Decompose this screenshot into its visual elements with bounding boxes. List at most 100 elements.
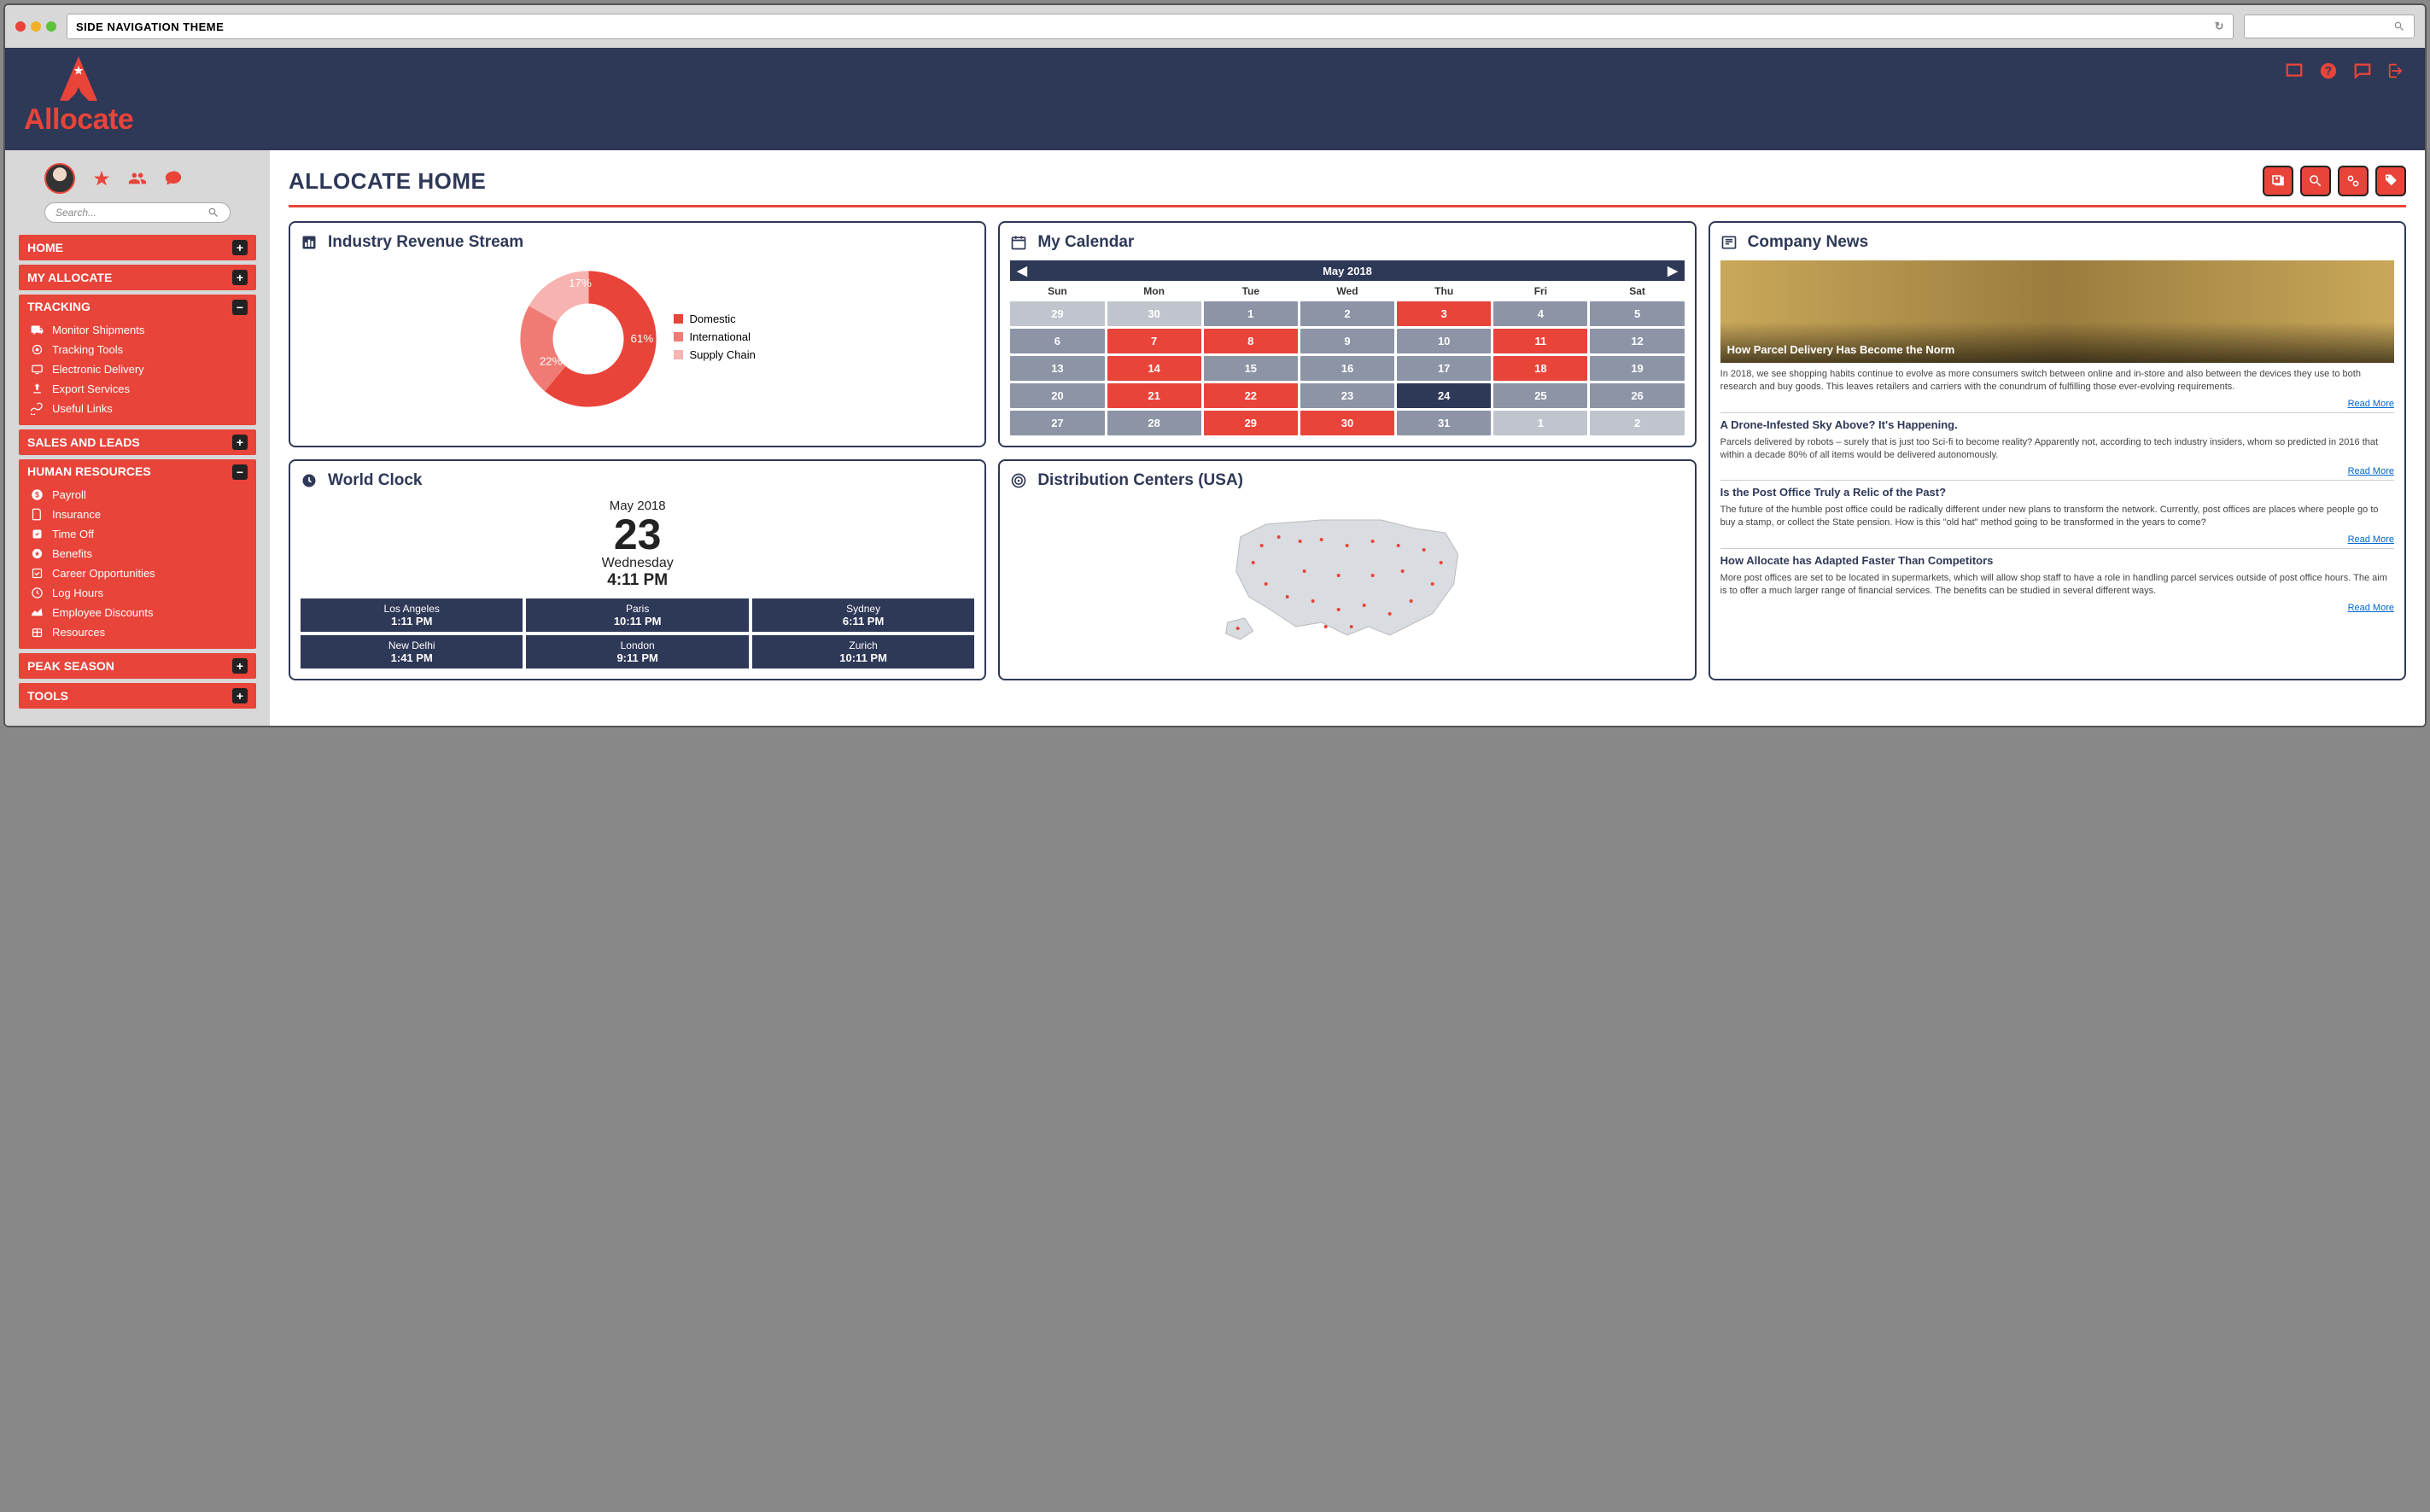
next-month-icon[interactable]: ▶ (1668, 263, 1678, 278)
news-featured-image[interactable]: How Parcel Delivery Has Become the Norm (1720, 260, 2394, 363)
comment-icon[interactable] (164, 169, 183, 188)
calendar-day[interactable]: 30 (1300, 411, 1394, 435)
calendar-day[interactable]: 1 (1204, 301, 1298, 326)
calendar-icon (1010, 234, 1027, 251)
calendar-day[interactable]: 6 (1010, 329, 1104, 353)
nav-benefits[interactable]: Benefits (27, 544, 248, 563)
expand-icon[interactable]: + (232, 270, 248, 285)
close-dot[interactable] (15, 21, 26, 32)
prev-month-icon[interactable]: ◀ (1017, 263, 1027, 278)
calendar-day[interactable]: 28 (1107, 411, 1201, 435)
nav-useful-links[interactable]: Useful Links (27, 399, 248, 418)
calendar-day[interactable]: 29 (1010, 301, 1104, 326)
calendar-day[interactable]: 19 (1590, 356, 1684, 381)
nav-export-services[interactable]: Export Services (27, 379, 248, 399)
calendar-day[interactable]: 11 (1493, 329, 1587, 353)
tag-button[interactable] (2375, 166, 2406, 196)
nav-insurance[interactable]: Insurance (27, 505, 248, 524)
sidebar-search[interactable]: Search... (44, 202, 231, 223)
read-more-link[interactable]: Read More (1720, 603, 2394, 613)
calendar-day[interactable]: 8 (1204, 329, 1298, 353)
chat-icon[interactable] (2353, 61, 2372, 80)
window-controls[interactable] (15, 21, 56, 32)
add-button[interactable] (2263, 166, 2293, 196)
calendar-day[interactable]: 12 (1590, 329, 1684, 353)
search-button[interactable] (2300, 166, 2331, 196)
maximize-dot[interactable] (46, 21, 56, 32)
calendar-day[interactable]: 20 (1010, 383, 1104, 408)
expand-icon[interactable]: + (232, 240, 248, 255)
nav-tracking-header[interactable]: TRACKING − (27, 300, 248, 315)
calendar-day[interactable]: 7 (1107, 329, 1201, 353)
settings-button[interactable] (2338, 166, 2369, 196)
card-news: Company News How Parcel Delivery Has Bec… (1709, 221, 2406, 680)
read-more-link[interactable]: Read More (1720, 534, 2394, 545)
calendar-day[interactable]: 4 (1493, 301, 1587, 326)
calendar-day[interactable]: 3 (1397, 301, 1491, 326)
nav-log-hours[interactable]: Log Hours (27, 583, 248, 603)
url-bar[interactable]: SIDE NAVIGATION THEME ↻ (67, 14, 2234, 39)
calendar-day[interactable]: 10 (1397, 329, 1491, 353)
usa-map[interactable] (1010, 499, 1684, 652)
nav-my-allocate[interactable]: MY ALLOCATE + (19, 265, 256, 290)
expand-icon[interactable]: + (232, 688, 248, 703)
calendar-day[interactable]: 26 (1590, 383, 1684, 408)
expand-icon[interactable]: + (232, 658, 248, 674)
expand-icon[interactable]: + (232, 435, 248, 450)
read-more-link[interactable]: Read More (1720, 399, 2394, 409)
clock-time: 4:11 PM (301, 571, 974, 590)
read-more-link[interactable]: Read More (1720, 466, 2394, 476)
calendar-day[interactable]: 21 (1107, 383, 1201, 408)
nav-resources[interactable]: Resources (27, 622, 248, 642)
nav-sales-leads[interactable]: SALES AND LEADS + (19, 429, 256, 455)
calendar-day[interactable]: 24 (1397, 383, 1491, 408)
brand-logo[interactable]: Allocate (24, 56, 133, 137)
nav-payroll[interactable]: $Payroll (27, 485, 248, 505)
calendar-day[interactable]: 30 (1107, 301, 1201, 326)
calendar-day[interactable]: 17 (1397, 356, 1491, 381)
calendar-day[interactable]: 2 (1590, 411, 1684, 435)
calendar-day[interactable]: 2 (1300, 301, 1394, 326)
news-item-headline: Is the Post Office Truly a Relic of the … (1720, 486, 2394, 499)
collapse-icon[interactable]: − (232, 464, 248, 480)
calendar-day[interactable]: 29 (1204, 411, 1298, 435)
users-icon[interactable] (128, 169, 147, 188)
news-item-headline: How Allocate has Adapted Faster Than Com… (1720, 554, 2394, 567)
card-world-clock: World Clock May 2018 23 Wednesday 4:11 P… (289, 459, 986, 680)
minimize-dot[interactable] (31, 21, 41, 32)
screen-icon[interactable] (2285, 61, 2304, 80)
calendar-day[interactable]: 5 (1590, 301, 1684, 326)
nav-hr: HUMAN RESOURCES − $Payroll Insurance Tim… (19, 459, 256, 649)
calendar-day[interactable]: 13 (1010, 356, 1104, 381)
nav-time-off[interactable]: Time Off (27, 524, 248, 544)
nav-tools[interactable]: TOOLS + (19, 683, 256, 709)
user-avatar[interactable] (44, 163, 75, 194)
nav-peak-season[interactable]: PEAK SEASON + (19, 653, 256, 679)
nav-electronic-delivery[interactable]: Electronic Delivery (27, 359, 248, 379)
page-title: ALLOCATE HOME (289, 168, 486, 195)
star-icon[interactable] (92, 169, 111, 188)
reload-icon[interactable]: ↻ (2215, 20, 2224, 33)
calendar-day[interactable]: 22 (1204, 383, 1298, 408)
calendar-day[interactable]: 27 (1010, 411, 1104, 435)
logout-icon[interactable] (2387, 61, 2406, 80)
collapse-icon[interactable]: − (232, 300, 248, 315)
nav-employee-discounts[interactable]: Employee Discounts (27, 603, 248, 622)
nav-hr-header[interactable]: HUMAN RESOURCES − (27, 464, 248, 480)
help-icon[interactable]: ? (2319, 61, 2338, 80)
nav-home[interactable]: HOME + (19, 235, 256, 260)
calendar-day[interactable]: 9 (1300, 329, 1394, 353)
calendar-day[interactable]: 23 (1300, 383, 1394, 408)
calendar-day[interactable]: 18 (1493, 356, 1587, 381)
calendar-day[interactable]: 31 (1397, 411, 1491, 435)
calendar-day[interactable]: 25 (1493, 383, 1587, 408)
calendar-day[interactable]: 16 (1300, 356, 1394, 381)
browser-search[interactable] (2244, 15, 2415, 38)
calendar-day[interactable]: 15 (1204, 356, 1298, 381)
calendar-day[interactable]: 1 (1493, 411, 1587, 435)
nav-tracking-tools[interactable]: Tracking Tools (27, 340, 248, 359)
calendar-day[interactable]: 14 (1107, 356, 1201, 381)
clock-icon (301, 472, 318, 489)
nav-monitor-shipments[interactable]: Monitor Shipments (27, 320, 248, 340)
nav-career[interactable]: Career Opportunities (27, 563, 248, 583)
